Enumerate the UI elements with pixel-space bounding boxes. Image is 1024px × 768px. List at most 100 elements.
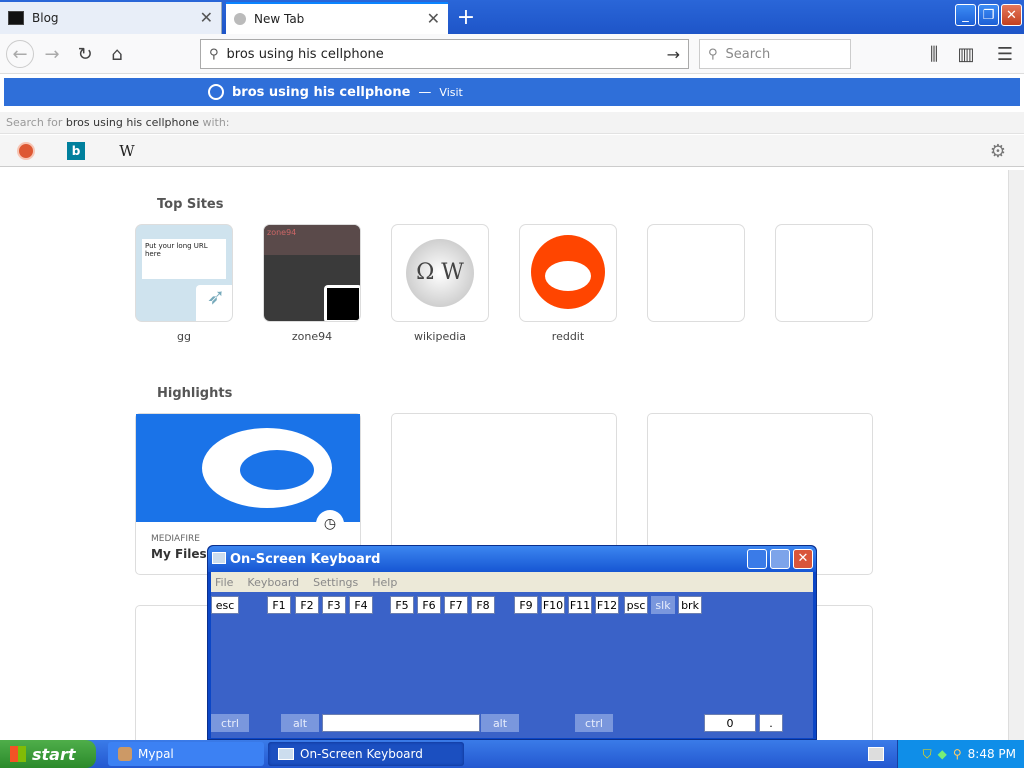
task-on-screen-keyboard[interactable]: On-Screen Keyboard — [268, 742, 464, 766]
close-window-button[interactable]: ✕ — [1001, 4, 1022, 26]
suggestion-text: bros using his cellphone — [232, 84, 411, 100]
osk-menu-bar: File Keyboard Settings Help — [211, 572, 813, 592]
url-input[interactable]: bros using his cellphone — [227, 47, 384, 62]
url-bar[interactable]: ⚲ bros using his cellphone → — [200, 39, 689, 69]
minimize-button[interactable]: _ — [955, 4, 976, 26]
duckduckgo-icon[interactable] — [14, 139, 38, 163]
back-arrow-icon[interactable]: ← — [6, 40, 34, 68]
osk-key-f6[interactable]: F6 — [417, 596, 441, 614]
top-site-label: zone94 — [291, 330, 333, 343]
osk-key-f2[interactable]: F2 — [295, 596, 319, 614]
globe-icon — [208, 84, 224, 100]
osk-key-ctrl-left[interactable]: ctrl — [211, 714, 249, 732]
osk-key-esc[interactable]: esc — [211, 596, 239, 614]
osk-key-f10[interactable]: F10 — [541, 596, 565, 614]
new-tab-plus-icon[interactable]: + — [452, 2, 480, 32]
osk-key-alt-right[interactable]: alt — [481, 714, 519, 732]
reload-icon[interactable]: ↻ — [71, 40, 99, 68]
mypal-icon — [118, 747, 132, 761]
osk-key-num-dot[interactable]: . — [759, 714, 783, 732]
osk-maximize-button — [770, 549, 790, 569]
keyboard-icon — [278, 748, 294, 760]
osk-key-f8[interactable]: F8 — [471, 596, 495, 614]
url-suggestion-row[interactable]: bros using his cellphone — Visit — [4, 78, 1020, 106]
go-arrow-icon[interactable]: → — [667, 45, 680, 64]
top-site-zone94[interactable]: zone94 — [264, 225, 360, 321]
pong-icon — [324, 285, 360, 321]
osk-key-f12[interactable]: F12 — [595, 596, 619, 614]
osk-key-f1[interactable]: F1 — [267, 596, 291, 614]
tab-label: New Tab — [254, 12, 305, 26]
windows-logo-icon — [10, 746, 26, 762]
osk-key-f11[interactable]: F11 — [568, 596, 592, 614]
top-site-wikipedia[interactable]: Ω W — [392, 225, 488, 321]
keyboard-tray-icon[interactable] — [868, 747, 884, 761]
osk-key-f3[interactable]: F3 — [322, 596, 346, 614]
mediafire-logo-icon — [136, 414, 360, 522]
shark-icon: ➶ — [196, 285, 232, 321]
search-tray-icon[interactable]: ⚲ — [953, 747, 962, 761]
osk-title-bar[interactable]: On-Screen Keyboard ✕ — [208, 546, 816, 572]
osk-key-psc[interactable]: psc — [624, 596, 648, 614]
search-settings-gear-icon[interactable]: ⚙ — [986, 139, 1010, 163]
library-icon[interactable]: ⫼ — [920, 40, 948, 68]
search-with-bar: Search for bros using his cellphone with… — [0, 112, 1024, 134]
site-thumb-text: Put your long URL here — [142, 239, 226, 279]
osk-key-num0[interactable]: 0 — [704, 714, 756, 732]
page-scrollbar[interactable] — [1008, 170, 1024, 740]
osk-key-space[interactable] — [322, 714, 480, 732]
osk-key-alt-left[interactable]: alt — [281, 714, 319, 732]
firefox-icon — [234, 13, 246, 25]
tab-label: Blog — [32, 11, 59, 25]
taskbar: start Mypal On-Screen Keyboard ⛉ ◆ ⚲ 8:4… — [0, 740, 1024, 768]
osk-key-f5[interactable]: F5 — [390, 596, 414, 614]
suggestion-visit: Visit — [439, 85, 463, 99]
start-label: start — [32, 744, 76, 764]
task-label: On-Screen Keyboard — [300, 747, 423, 761]
osk-key-f7[interactable]: F7 — [444, 596, 468, 614]
maximize-button[interactable]: ❐ — [978, 4, 999, 26]
home-icon[interactable]: ⌂ — [103, 40, 131, 68]
clock: 8:48 PM — [967, 747, 1016, 761]
osk-key-slk[interactable]: slk — [651, 596, 675, 614]
search-box[interactable]: ⚲ Search — [699, 39, 851, 69]
wikipedia-icon[interactable]: W — [115, 139, 139, 163]
osk-key-ctrl-right[interactable]: ctrl — [575, 714, 613, 732]
highlights-title: Highlights — [157, 386, 233, 401]
hamburger-menu-icon[interactable]: ☰ — [991, 40, 1019, 68]
sidebar-icon[interactable]: ▥ — [952, 40, 980, 68]
osk-key-f9[interactable]: F9 — [514, 596, 538, 614]
task-label: Mypal — [138, 747, 174, 761]
top-site-empty — [648, 225, 744, 321]
top-sites-title: Top Sites — [157, 197, 224, 212]
forward-arrow-icon[interactable]: → — [38, 40, 66, 68]
site-thumb-text: zone94 — [264, 225, 360, 255]
osk-key-brk[interactable]: brk — [678, 596, 702, 614]
osk-key-f4[interactable]: F4 — [349, 596, 373, 614]
osk-title: On-Screen Keyboard — [230, 551, 381, 567]
bing-icon[interactable]: b — [64, 139, 88, 163]
osk-minimize-button[interactable] — [747, 549, 767, 569]
system-tray: ⛉ ◆ ⚲ 8:48 PM — [897, 740, 1024, 768]
tab-new-tab[interactable]: New Tab ✕ — [226, 2, 448, 34]
suggestion-separator: — — [418, 84, 432, 100]
osk-close-button[interactable]: ✕ — [793, 549, 813, 569]
close-tab-icon[interactable]: ✕ — [427, 11, 440, 27]
top-site-gg[interactable]: Put your long URL here ➶ — [136, 225, 232, 321]
search-icon: ⚲ — [209, 46, 219, 62]
osk-menu-settings[interactable]: Settings — [313, 576, 358, 589]
top-site-reddit[interactable] — [520, 225, 616, 321]
top-site-empty — [776, 225, 872, 321]
shield-icon[interactable]: ⛉ — [923, 747, 932, 762]
start-button[interactable]: start — [0, 740, 96, 768]
tab-blog[interactable]: Blog ✕ — [0, 2, 222, 34]
search-icon: ⚲ — [708, 46, 718, 62]
osk-menu-help[interactable]: Help — [372, 576, 397, 589]
navigation-toolbar: ← → ↻ ⌂ ⚲ bros using his cellphone → ⚲ S… — [0, 34, 1024, 74]
osk-menu-file[interactable]: File — [215, 576, 233, 589]
task-mypal[interactable]: Mypal — [108, 742, 264, 766]
keyboard-icon — [212, 552, 226, 564]
close-tab-icon[interactable]: ✕ — [200, 10, 213, 26]
osk-menu-keyboard[interactable]: Keyboard — [247, 576, 299, 589]
network-icon[interactable]: ◆ — [938, 747, 947, 761]
